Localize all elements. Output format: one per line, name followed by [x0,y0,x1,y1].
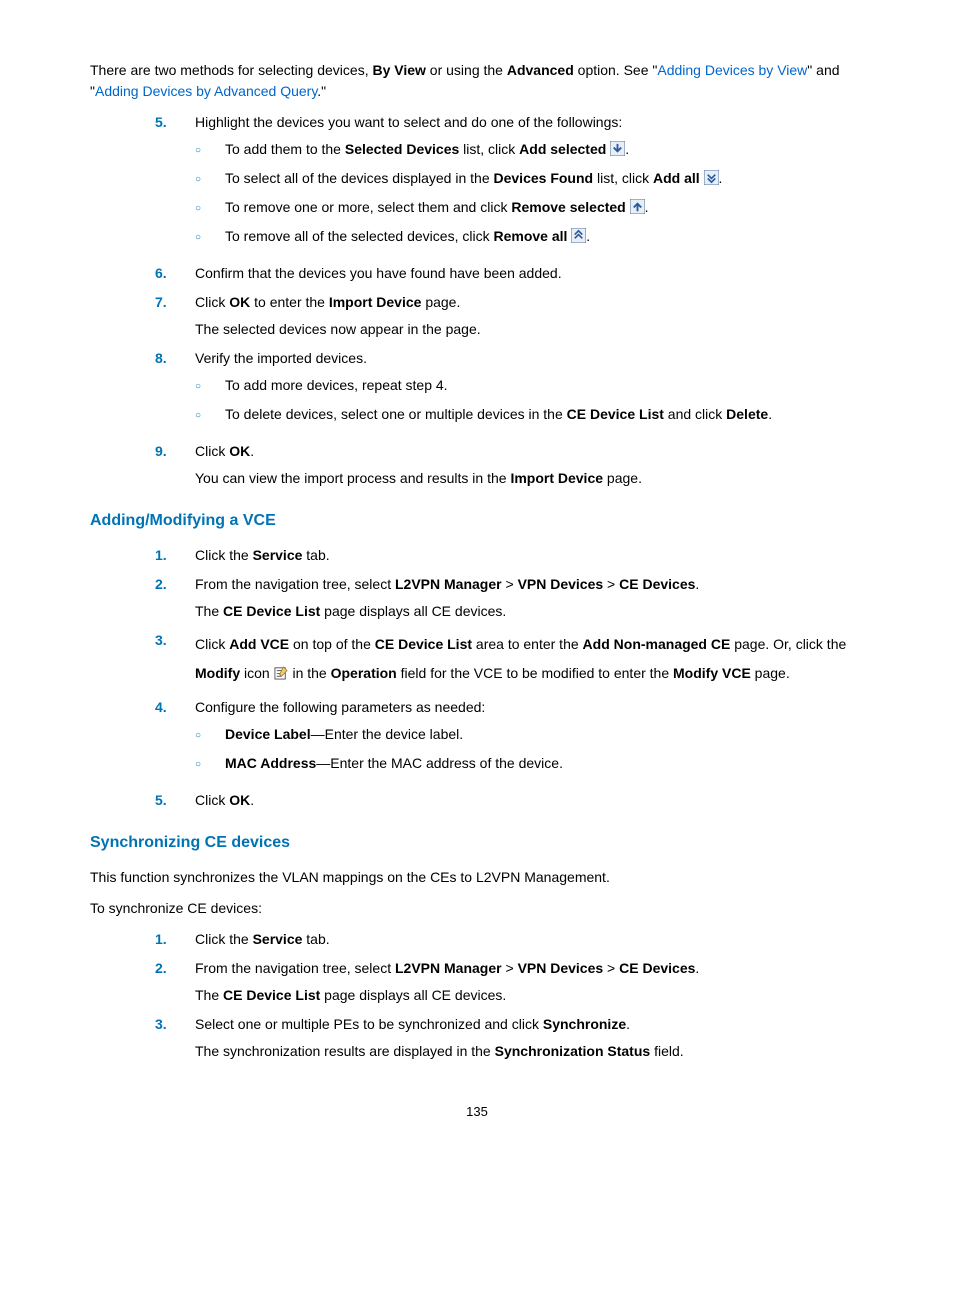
intro-paragraph: There are two methods for selecting devi… [90,60,864,102]
link-adding-by-view[interactable]: Adding Devices by View [657,62,807,78]
step-5b: ○ To select all of the devices displayed… [195,168,864,189]
vce-step-3: 3. Click Add VCE on top of the CE Device… [90,630,864,689]
step-5d: ○ To remove all of the selected devices,… [195,226,864,247]
sync-intro: This function synchronizes the VLAN mapp… [90,867,864,888]
sync-step-2: 2. From the navigation tree, select L2VP… [90,958,864,1006]
link-adding-by-advanced[interactable]: Adding Devices by Advanced Query [95,83,317,99]
vce-step-4b: ○MAC Address—Enter the MAC address of th… [195,753,864,774]
vce-step-4a: ○Device Label—Enter the device label. [195,724,864,745]
vce-step-2: 2. From the navigation tree, select L2VP… [90,574,864,622]
sync-step-1: 1. Click the Service tab. [90,929,864,950]
step-8: 8. Verify the imported devices. ○ To add… [90,348,864,433]
step-8b: ○ To delete devices, select one or multi… [195,404,864,425]
sync-step-3: 3. Select one or multiple PEs to be sync… [90,1014,864,1062]
vce-step-1: 1. Click the Service tab. [90,545,864,566]
vce-step-5: 5. Click OK. [90,790,864,811]
add-selected-icon [610,141,625,156]
step-5: 5. Highlight the devices you want to sel… [90,112,864,255]
step-9: 9. Click OK. You can view the import pro… [90,441,864,489]
step-6: 6. Confirm that the devices you have fou… [90,263,864,284]
heading-adding-modifying-vce: Adding/Modifying a VCE [90,509,864,533]
step-5a: ○ To add them to the Selected Devices li… [195,139,864,160]
sync-lead: To synchronize CE devices: [90,898,864,919]
vce-step-4: 4. Configure the following parameters as… [90,697,864,782]
page-number: 135 [90,1102,864,1122]
step-5c: ○ To remove one or more, select them and… [195,197,864,218]
remove-selected-icon [630,199,645,214]
add-all-icon [704,170,719,185]
step-8a: ○ To add more devices, repeat step 4. [195,375,864,396]
modify-icon [274,665,289,680]
step-7: 7. Click OK to enter the Import Device p… [90,292,864,340]
remove-all-icon [571,228,586,243]
heading-sync-ce: Synchronizing CE devices [90,831,864,855]
